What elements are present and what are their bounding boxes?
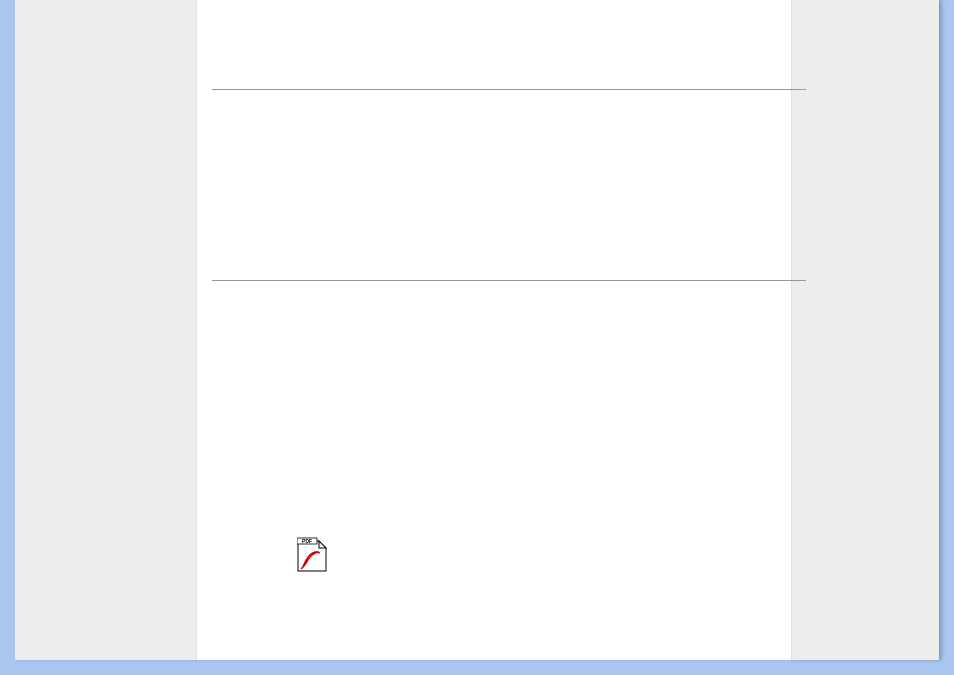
pdf-icon: PDF	[297, 536, 327, 572]
main-content-area: PDF	[197, 0, 791, 660]
section-divider	[212, 280, 806, 281]
svg-text:PDF: PDF	[302, 539, 312, 545]
right-sidebar	[791, 0, 939, 660]
pdf-attachment-link[interactable]: PDF	[297, 536, 327, 577]
section-divider	[212, 89, 806, 90]
app-frame: PDF	[0, 0, 954, 675]
left-sidebar	[15, 0, 197, 660]
content-container: PDF	[15, 0, 939, 660]
